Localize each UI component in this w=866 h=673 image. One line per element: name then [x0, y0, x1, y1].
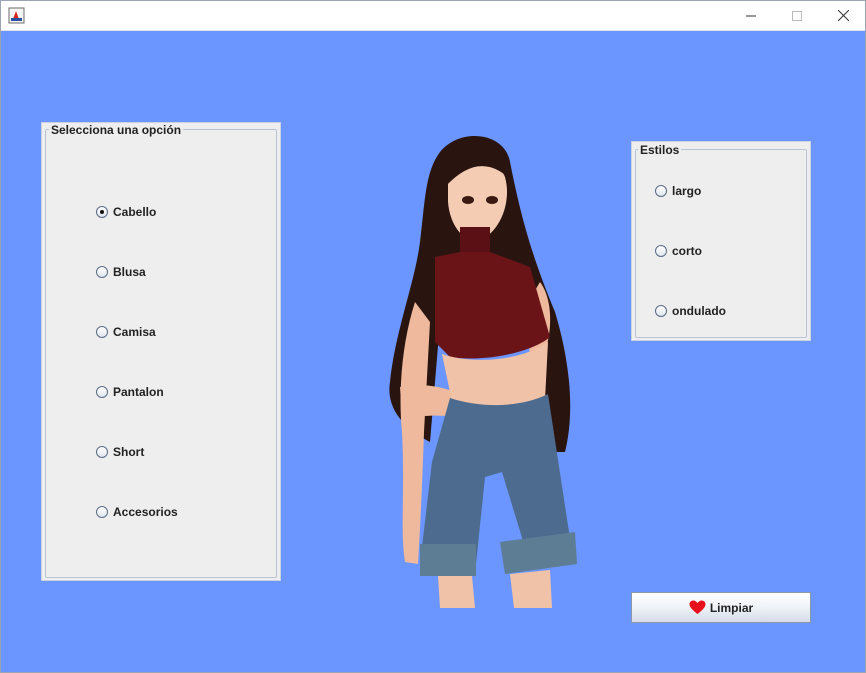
radio-short[interactable]: Short	[96, 445, 144, 459]
radio-label: Camisa	[113, 325, 156, 339]
radio-largo[interactable]: largo	[655, 184, 701, 198]
radio-ondulado[interactable]: ondulado	[655, 304, 726, 318]
radio-circle[interactable]	[96, 326, 108, 338]
styles-panel: Estilos largo corto ondulado	[631, 141, 811, 341]
radio-label: Pantalon	[113, 385, 164, 399]
minimize-button[interactable]	[728, 0, 774, 31]
radio-cabello[interactable]: Cabello	[96, 205, 156, 219]
options-panel: Selecciona una opción Cabello Blusa Cami…	[41, 122, 281, 581]
java-app-icon[interactable]	[8, 7, 25, 24]
close-button[interactable]	[820, 0, 866, 31]
character-illustration	[380, 132, 590, 608]
radio-corto[interactable]: corto	[655, 244, 702, 258]
radio-circle[interactable]	[96, 386, 108, 398]
radio-label: Blusa	[113, 265, 146, 279]
radio-accesorios[interactable]: Accesorios	[96, 505, 178, 519]
options-group-title: Selecciona una opción	[49, 123, 184, 137]
maximize-button[interactable]	[774, 0, 820, 31]
minimize-icon	[746, 15, 756, 16]
heart-icon	[689, 600, 706, 614]
radio-circle[interactable]	[655, 185, 667, 197]
limpiar-label: Limpiar	[709, 600, 754, 615]
close-icon	[837, 10, 849, 21]
radio-label: Cabello	[113, 205, 157, 219]
title-bar	[0, 0, 866, 31]
radio-label: Accesorios	[113, 505, 178, 519]
radio-pantalon[interactable]: Pantalon	[96, 385, 164, 399]
radio-label: largo	[672, 184, 702, 198]
radio-circle[interactable]	[96, 506, 108, 518]
radio-circle[interactable]	[655, 305, 667, 317]
radio-label: ondulado	[672, 304, 726, 318]
styles-group-title: Estilos	[638, 143, 682, 157]
radio-blusa[interactable]: Blusa	[96, 265, 146, 279]
radio-label: corto	[672, 244, 702, 258]
radio-camisa[interactable]: Camisa	[96, 325, 156, 339]
maximize-icon	[792, 10, 802, 21]
radio-circle[interactable]	[655, 245, 667, 257]
radio-circle[interactable]	[96, 206, 108, 218]
radio-label: Short	[113, 445, 145, 459]
radio-circle[interactable]	[96, 446, 108, 458]
limpiar-button[interactable]: Limpiar	[631, 592, 811, 623]
radio-circle[interactable]	[96, 266, 108, 278]
